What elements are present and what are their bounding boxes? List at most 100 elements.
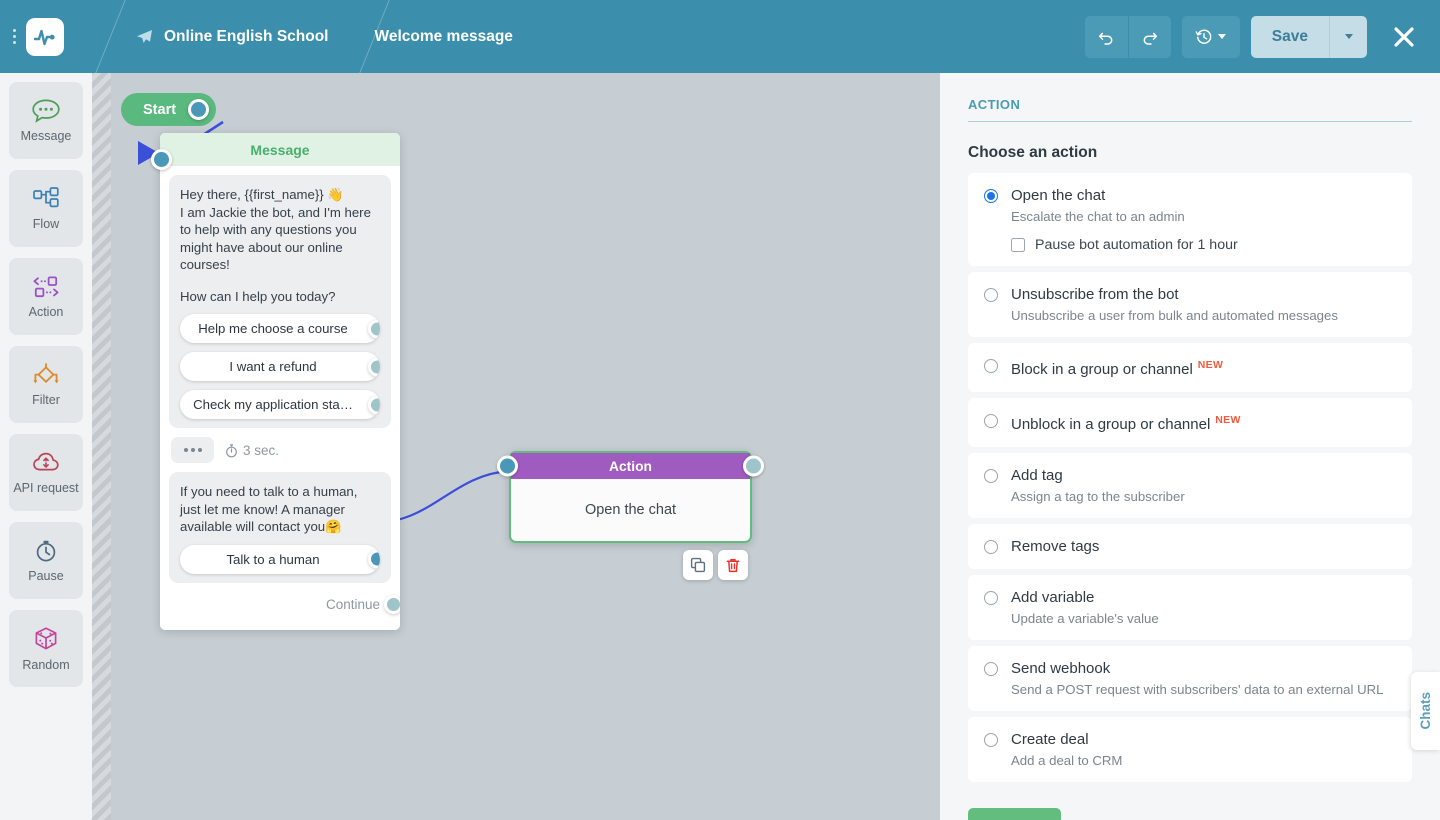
pause-bot-automation-checkbox[interactable] — [1011, 238, 1025, 252]
radio-send-webhook[interactable] — [984, 662, 998, 676]
palette-item-message[interactable]: Message — [9, 82, 83, 159]
continue-row[interactable]: Continue — [169, 583, 391, 621]
close-x-icon — [1391, 24, 1417, 50]
palette-item-pause[interactable]: Pause — [9, 522, 83, 599]
close-button[interactable] — [1384, 17, 1424, 57]
delay-label-wrap: 3 sec. — [225, 443, 279, 458]
action-option-send-webhook[interactable]: Send webhook Send a POST request with su… — [968, 646, 1412, 711]
pulse-logo-icon[interactable] — [26, 18, 64, 56]
palette-item-filter[interactable]: Filter — [9, 346, 83, 423]
action-node-body: Open the chat — [511, 479, 750, 541]
delete-node-button[interactable] — [718, 550, 748, 580]
duplicate-node-button[interactable] — [683, 550, 713, 580]
copy-icon — [690, 557, 706, 573]
action-option-label: Block in a group or channelNEW — [1011, 356, 1223, 379]
quick-reply-button[interactable]: Talk to a human — [180, 545, 380, 574]
panel-divider — [968, 121, 1412, 122]
save-dropdown-button[interactable] — [1329, 16, 1367, 58]
message-bubble-1[interactable]: Hey there, {{first_name}} 👋 I am Jackie … — [169, 175, 391, 428]
message-text-1: Hey there, {{first_name}} 👋 I am Jackie … — [180, 186, 380, 274]
palette-item-api-request[interactable]: API request — [9, 434, 83, 511]
action-option-desc: Add a deal to CRM — [1011, 752, 1122, 769]
action-option-desc: Assign a tag to the subscriber — [1011, 488, 1185, 505]
pause-bot-automation-label: Pause bot automation for 1 hour — [1035, 237, 1238, 253]
action-option-create-deal[interactable]: Create deal Add a deal to CRM — [968, 717, 1412, 782]
node-palette-toolbar: Message Flow Action Filte — [0, 73, 92, 820]
flow-canvas[interactable]: Start Message Hey there, {{first_name}} … — [111, 73, 940, 820]
breadcrumb-flow[interactable]: Welcome message — [374, 28, 512, 46]
quick-reply-button[interactable]: Check my application sta… — [180, 390, 380, 419]
palette-item-flow-label: Flow — [33, 217, 59, 231]
action-option-label: Remove tags — [1011, 537, 1099, 556]
action-option-label: Send webhook — [1011, 659, 1383, 678]
palette-item-flow[interactable]: Flow — [9, 170, 83, 247]
action-option-desc: Send a POST request with subscribers' da… — [1011, 681, 1383, 698]
kebab-menu-icon[interactable] — [6, 29, 22, 44]
save-group: Save — [1251, 16, 1367, 58]
quick-reply-port[interactable] — [368, 550, 380, 569]
action-option-block-in-a-group-or-channel[interactable]: Block in a group or channelNEW — [968, 343, 1412, 392]
action-option-label: Unblock in a group or channelNEW — [1011, 411, 1241, 434]
message-node-body: Hey there, {{first_name}} 👋 I am Jackie … — [160, 166, 400, 630]
palette-item-action[interactable]: Action — [9, 258, 83, 335]
undo-button[interactable] — [1085, 16, 1128, 58]
apply-button[interactable]: Apply — [968, 808, 1061, 820]
breadcrumb-bot[interactable]: Online English School — [136, 28, 328, 46]
undo-arrow-icon — [1097, 28, 1115, 46]
radio-add-variable[interactable] — [984, 591, 998, 605]
breadcrumb-bot-label: Online English School — [164, 28, 328, 46]
quick-reply-button[interactable]: I want a refund — [180, 352, 380, 381]
radio-block-in-a-group-or-channel[interactable] — [984, 359, 998, 373]
action-node-output-port[interactable] — [743, 456, 764, 477]
action-node-title: Action — [609, 459, 652, 474]
redo-button[interactable] — [1128, 16, 1171, 58]
action-node-input-port[interactable] — [497, 456, 518, 477]
message-node[interactable]: Message Hey there, {{first_name}} 👋 I am… — [160, 133, 400, 630]
message-node-input-port[interactable] — [151, 149, 172, 170]
palette-item-action-label: Action — [29, 305, 64, 319]
chat-bubble-icon — [31, 98, 61, 124]
palette-item-random-label: Random — [22, 658, 69, 672]
action-options-list: Open the chat Escalate the chat to an ad… — [968, 173, 1412, 782]
quick-reply-label: I want a refund — [229, 359, 316, 374]
chats-side-tab[interactable]: Chats — [1411, 672, 1440, 750]
action-option-open-the-chat[interactable]: Open the chat Escalate the chat to an ad… — [968, 173, 1412, 266]
trash-icon — [725, 557, 741, 574]
quick-reply-port[interactable] — [368, 319, 380, 338]
radio-remove-tags[interactable] — [984, 540, 998, 554]
quick-reply-label: Talk to a human — [226, 552, 319, 567]
action-option-remove-tags[interactable]: Remove tags — [968, 524, 1412, 569]
history-button[interactable] — [1182, 16, 1240, 58]
pause-bot-automation-checkbox-row[interactable]: Pause bot automation for 1 hour — [984, 237, 1396, 253]
continue-port[interactable] — [384, 595, 400, 614]
typing-delay-row[interactable]: 3 sec. — [169, 428, 391, 472]
quick-reply-button[interactable]: Help me choose a course — [180, 314, 380, 343]
typing-dots-icon — [171, 437, 214, 463]
palette-item-api-request-label: API request — [13, 481, 78, 495]
palette-item-random[interactable]: Random — [9, 610, 83, 687]
start-node[interactable]: Start — [121, 93, 216, 126]
palette-item-filter-label: Filter — [32, 393, 60, 407]
radio-add-tag[interactable] — [984, 469, 998, 483]
quick-reply-port[interactable] — [368, 395, 380, 414]
action-option-add-variable[interactable]: Add variable Update a variable's value — [968, 575, 1412, 640]
action-option-add-tag[interactable]: Add tag Assign a tag to the subscriber — [968, 453, 1412, 518]
start-node-output-port[interactable] — [188, 99, 209, 120]
action-option-label: Unsubscribe from the bot — [1011, 285, 1338, 304]
quick-reply-port[interactable] — [368, 357, 380, 376]
radio-open-the-chat[interactable] — [984, 189, 998, 203]
action-option-unsubscribe-from-the-bot[interactable]: Unsubscribe from the bot Unsubscribe a u… — [968, 272, 1412, 337]
clock-history-icon — [1195, 28, 1213, 46]
chats-side-tab-label: Chats — [1418, 692, 1433, 730]
action-node[interactable]: Action Open the chat — [509, 451, 752, 543]
radio-unsubscribe-from-the-bot[interactable] — [984, 288, 998, 302]
message-bubble-2[interactable]: If you need to talk to a human, just let… — [169, 472, 391, 583]
save-button[interactable]: Save — [1251, 16, 1329, 58]
radio-create-deal[interactable] — [984, 733, 998, 747]
new-badge: NEW — [1198, 359, 1223, 371]
stopwatch-icon — [31, 538, 61, 564]
action-option-unblock-in-a-group-or-channel[interactable]: Unblock in a group or channelNEW — [968, 398, 1412, 447]
radio-unblock-in-a-group-or-channel[interactable] — [984, 414, 998, 428]
continue-label: Continue — [326, 597, 380, 612]
action-option-label: Create deal — [1011, 730, 1122, 749]
